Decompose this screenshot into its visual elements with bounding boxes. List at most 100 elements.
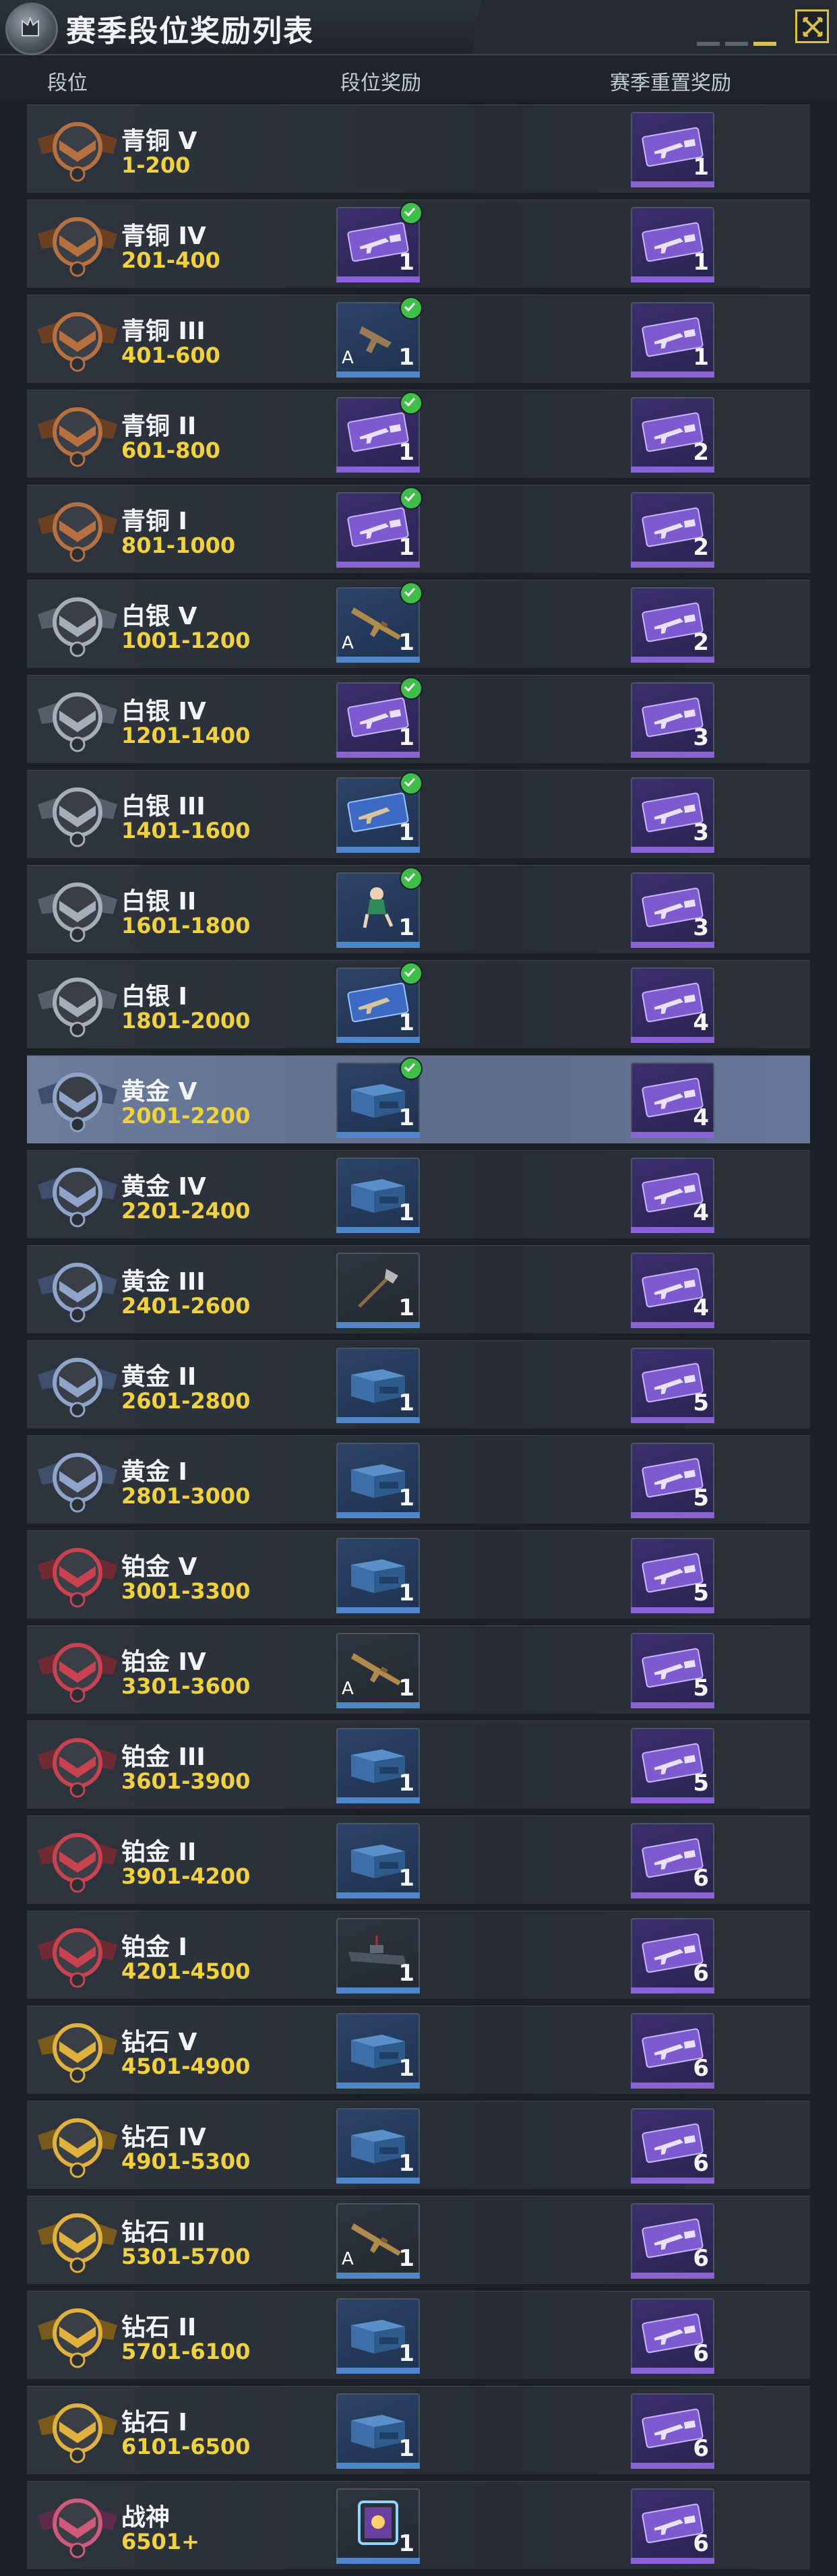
rarity-bar [631,847,714,853]
rank-row[interactable]: 铂金 IV 3301-3600 A 1 5 [27,1625,810,1714]
rank-reward-item[interactable]: 1 [336,2393,420,2469]
rank-badge-icon [38,312,117,372]
rank-row[interactable]: 钻石 II 5701-6100 1 6 [27,2291,810,2380]
rank-reward-item[interactable]: A1 [336,2203,420,2279]
reset-reward-item[interactable]: 5 [631,1538,714,1613]
reset-reward-item[interactable]: 5 [631,1728,714,1803]
rank-row[interactable]: 黄金 V 2001-2200 1 4 [27,1055,810,1144]
rank-row[interactable]: 黄金 I 2801-3000 1 5 [27,1435,810,1524]
reset-reward-item[interactable]: 1 [631,112,714,187]
reward-count: 1 [398,1389,414,1416]
rank-row[interactable]: 铂金 III 3601-3900 1 5 [27,1720,810,1809]
rank-row[interactable]: 钻石 IV 4901-5300 1 6 [27,2101,810,2190]
rank-row[interactable]: 青铜 III 401-600 A 1 1 [27,295,810,384]
reset-reward-count: 3 [693,819,709,846]
rank-points-range: 6501+ [121,2529,199,2554]
claimed-check-icon [400,392,423,415]
rank-row[interactable]: 白银 III 1401-1600 1 3 [27,770,810,859]
reset-reward-item[interactable]: 3 [631,777,714,853]
reward-count: 1 [398,1009,414,1036]
reset-reward-item[interactable]: 6 [631,2488,714,2564]
reset-reward-item[interactable]: 3 [631,682,714,758]
rank-row[interactable]: 战神 6501+ 1 6 [27,2481,810,2570]
reset-reward-item[interactable]: 6 [631,1823,714,1898]
title-bar: 赛季段位奖励列表 [0,0,837,55]
rank-reward-item[interactable]: 1 [336,867,423,948]
reset-reward-item[interactable]: 5 [631,1348,714,1423]
rank-row[interactable]: 钻石 III 5301-5700 A 1 6 [27,2196,810,2285]
rank-reward-item[interactable]: 1 [336,677,423,758]
rank-row[interactable]: 青铜 II 601-800 1 2 [27,390,810,479]
rank-row[interactable]: 青铜 I 801-1000 1 2 [27,485,810,574]
reset-reward-item[interactable]: 4 [631,1062,714,1138]
rank-reward-item[interactable]: 1 [336,1538,420,1613]
rank-reward-item[interactable]: 1 [336,1823,420,1898]
rank-row[interactable]: 铂金 V 3001-3300 1 5 [27,1530,810,1619]
reset-reward-item[interactable]: 4 [631,1158,714,1233]
rank-row[interactable]: 钻石 I 6101-6500 1 6 [27,2386,810,2475]
reset-reward-item[interactable]: 6 [631,2203,714,2279]
reset-reward-item[interactable]: 1 [631,302,714,378]
reset-reward-item[interactable]: 6 [631,2013,714,2089]
rank-row[interactable]: 钻石 V 4501-4900 1 6 [27,2006,810,2095]
reward-count: 1 [398,534,414,561]
rank-name: 铂金 II [121,1838,197,1866]
rank-reward-item[interactable]: 1 [336,392,423,473]
rank-row[interactable]: 青铜 IV 201-400 1 1 [27,200,810,289]
reset-reward-count: 1 [693,249,709,276]
reset-reward-item[interactable]: 5 [631,1443,714,1518]
reset-reward-count: 4 [693,1199,709,1226]
rank-reward-item[interactable]: 1 [336,202,423,282]
rank-reward-item[interactable]: 1 [336,1728,420,1803]
rank-reward-item[interactable]: A1 [336,297,423,378]
rank-row[interactable]: 黄金 III 2401-2600 1 4 [27,1245,810,1334]
rank-row[interactable]: 白银 II 1601-1800 1 3 [27,865,810,954]
reset-reward-count: 4 [693,1104,709,1131]
rank-reward-item[interactable]: 1 [336,962,423,1043]
rank-row[interactable]: 白银 I 1801-2000 1 4 [27,960,810,1049]
rank-row[interactable]: 白银 IV 1201-1400 1 3 [27,675,810,764]
reset-reward-item[interactable]: 6 [631,2298,714,2374]
rank-reward-item[interactable]: 1 [336,487,423,568]
rank-badge-icon [38,1928,117,1988]
rank-row[interactable]: 铂金 II 3901-4200 1 6 [27,1816,810,1905]
rank-reward-item[interactable]: 1 [336,1918,420,1994]
reset-reward-item[interactable]: 4 [631,967,714,1043]
rank-reward-item[interactable]: A1 [336,1633,420,1708]
reset-reward-item[interactable]: 6 [631,1918,714,1994]
rank-reward-item[interactable]: 1 [336,2298,420,2374]
reset-reward-item[interactable]: 6 [631,2393,714,2469]
rank-reward-item[interactable]: 1 [336,2013,420,2089]
rank-reward-item[interactable]: 1 [336,772,423,853]
reset-reward-item[interactable]: 2 [631,587,714,663]
rarity-bar [631,1322,714,1328]
column-header: 段位 段位奖励 赛季重置奖励 [0,55,837,100]
reward-count: 1 [398,724,414,751]
rank-reward-item[interactable]: 1 [336,1057,423,1138]
reset-reward-item[interactable]: 4 [631,1253,714,1328]
rank-reward-item[interactable]: 1 [336,2108,420,2184]
rarity-bar [631,371,714,378]
reset-reward-item[interactable]: 1 [631,207,714,282]
close-button[interactable] [795,9,829,43]
rank-row[interactable]: 黄金 IV 2201-2400 1 4 [27,1150,810,1239]
rank-reward-item[interactable]: 1 [336,2488,420,2564]
rank-row[interactable]: 黄金 II 2601-2800 1 5 [27,1340,810,1429]
rank-reward-list[interactable]: 青铜 V 1-200 1 青铜 IV 201-400 1 1 青铜 III 401-600 A 1 1… [27,104,810,2576]
rank-reward-item[interactable]: 1 [336,1253,420,1328]
rank-reward-item[interactable]: 1 [336,1158,420,1233]
reset-reward-item[interactable]: 6 [631,2108,714,2184]
rarity-bar [631,1512,714,1518]
reset-reward-item[interactable]: 2 [631,492,714,568]
reset-reward-item[interactable]: 2 [631,397,714,473]
rank-row[interactable]: 青铜 V 1-200 1 [27,104,810,193]
reset-reward-item[interactable]: 3 [631,872,714,948]
reset-reward-item[interactable]: 5 [631,1633,714,1708]
rank-row[interactable]: 白银 V 1001-1200 A 1 2 [27,580,810,669]
rank-reward-item[interactable]: 1 [336,1443,420,1518]
rank-reward-item[interactable]: 1 [336,1348,420,1423]
rank-reward-item[interactable]: A1 [336,582,423,663]
rank-badge-icon [38,407,117,467]
weapon-grade-mark: A [342,1679,354,1699]
rank-row[interactable]: 铂金 I 4201-4500 1 6 [27,1911,810,2000]
